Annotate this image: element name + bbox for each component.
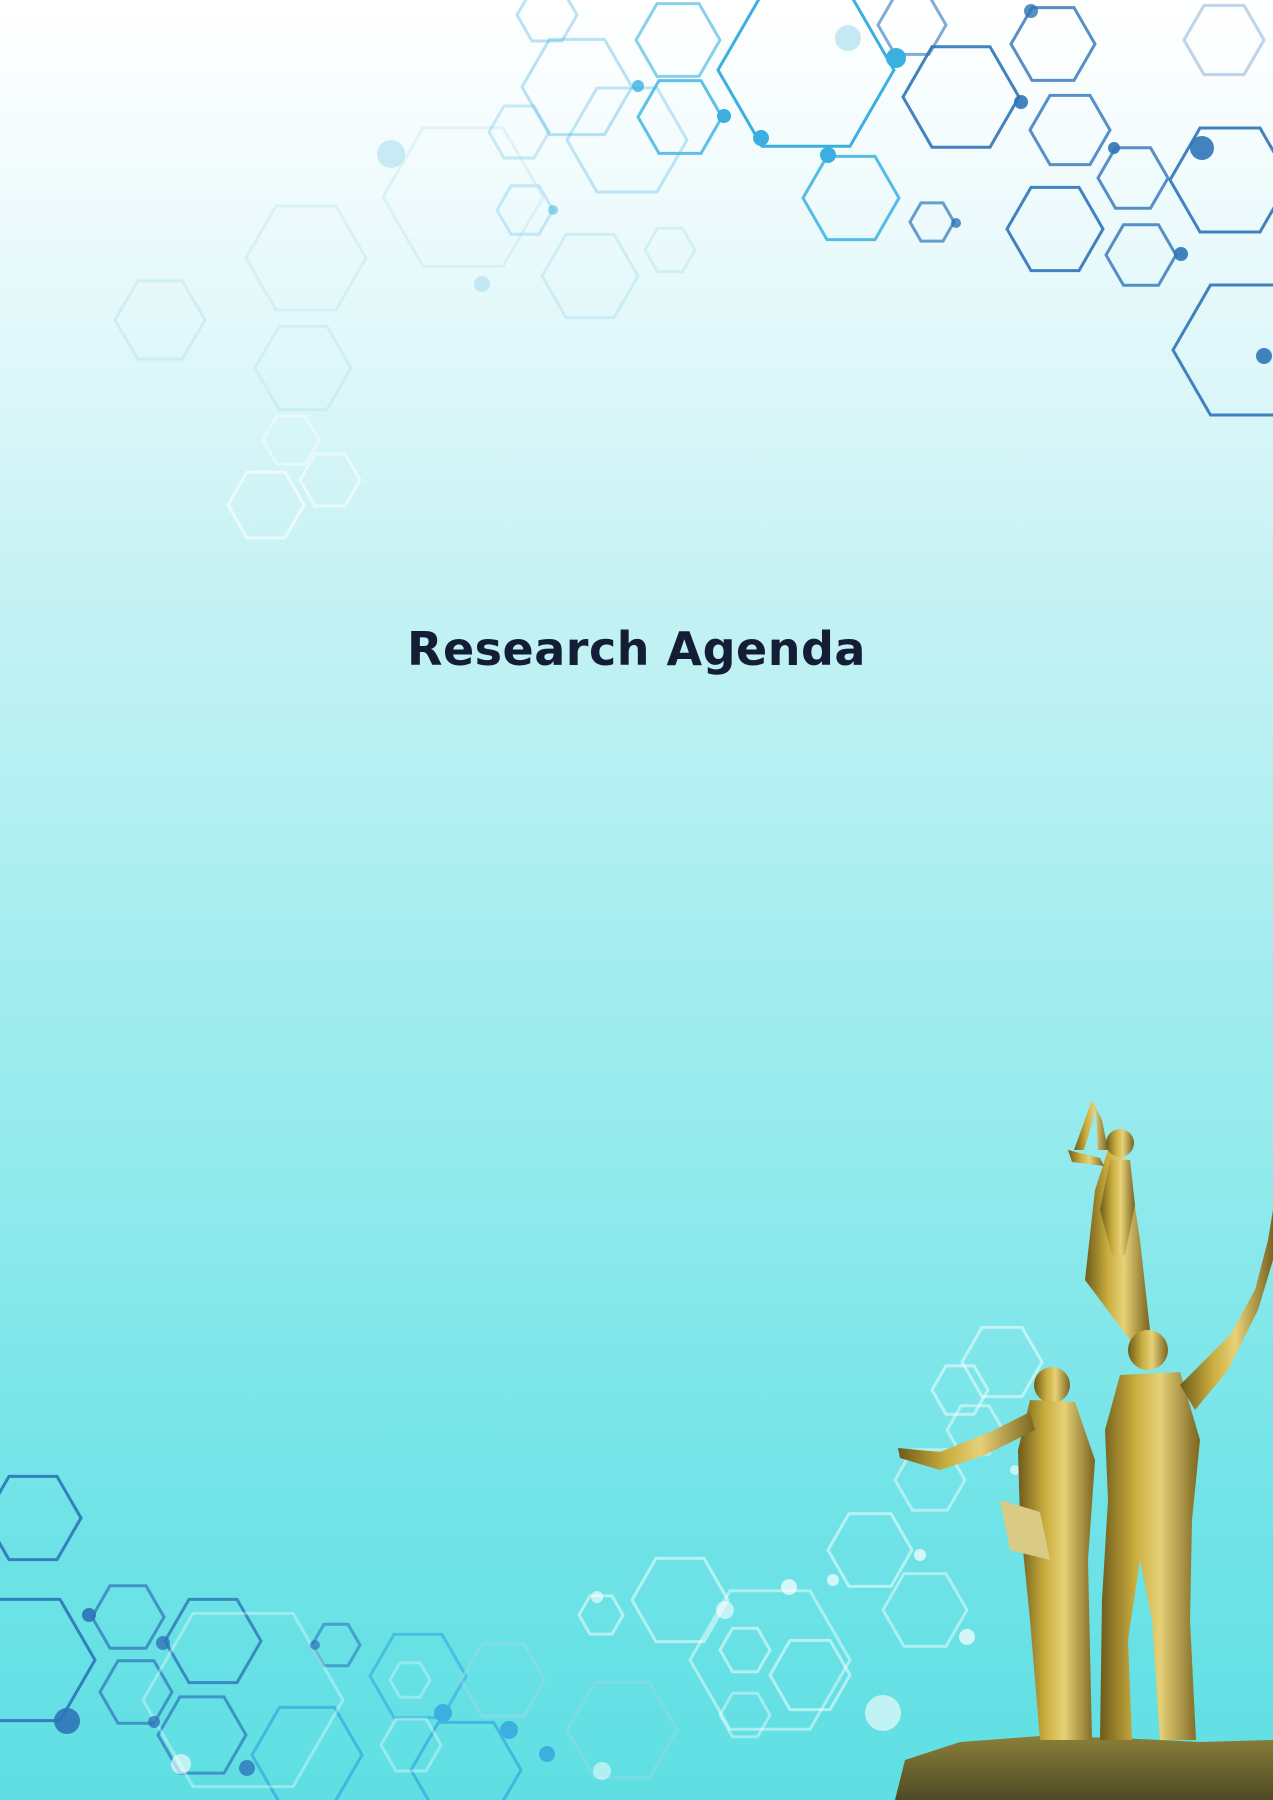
statue-monument-image	[895, 1100, 1273, 1800]
document-title: Research Agenda	[407, 622, 866, 676]
document-page: Research Agenda	[0, 0, 1273, 1800]
